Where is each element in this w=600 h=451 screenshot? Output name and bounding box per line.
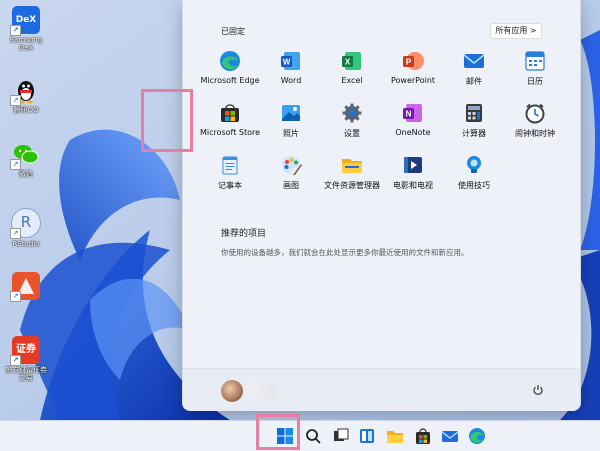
paint-icon [280,154,302,176]
app-movies-tv[interactable]: 电影和电视 [382,154,444,191]
file-explorer-taskbar-icon[interactable] [386,427,404,445]
app-tips[interactable]: 使用技巧 [443,154,505,191]
eastmoney-icon: 证券 ↗ [10,336,40,366]
power-icon[interactable] [532,384,544,396]
mail-taskbar-icon[interactable] [441,427,459,445]
onenote-icon: N [402,102,424,124]
dex-icon: DeX ↗ [10,6,40,36]
desktop-icon-eastmoney[interactable]: 证券 ↗ 东方财富证券交易 [4,336,48,382]
qq-penguin-icon: ↗ [10,76,40,106]
widgets-icon[interactable] [358,427,376,445]
app-alarms-clock[interactable]: 闹钟和时钟 [504,102,566,139]
clock-icon [524,102,546,124]
powerpoint-icon: P [402,50,424,72]
app-photos[interactable]: 照片 [260,102,322,139]
desktop-icon-samsung-dex[interactable]: DeX ↗ Samsung DeX [4,6,48,52]
start-button-highlight-box [256,414,300,450]
taskbar [0,420,600,451]
photos-icon [280,102,302,124]
app-mail[interactable]: 邮件 [443,50,505,87]
svg-text:W: W [283,58,291,67]
word-icon: W [280,50,302,72]
mail-icon [463,50,485,72]
calculator-icon [463,102,485,124]
shortcut-arrow-icon: ↗ [10,355,21,366]
movies-icon [402,154,424,176]
shortcut-arrow-icon: ↗ [10,291,21,302]
start-menu: 已固定 所有应用 > Microsoft Edge W Word X Excel… [182,0,581,411]
svg-text:P: P [406,58,412,67]
file-explorer-icon [341,154,363,176]
app-microsoft-store[interactable]: Microsoft Store [199,102,261,137]
excel-icon: X [341,50,363,72]
all-apps-button[interactable]: 所有应用 > [490,23,542,39]
app-file-explorer[interactable]: 文件资源管理器 [321,154,383,191]
edge-taskbar-icon[interactable] [468,427,486,445]
app-onenote[interactable]: N OneNote [382,102,444,137]
shortcut-arrow-icon: ↗ [10,228,21,239]
pinned-section-title: 已固定 [221,27,245,36]
app-settings[interactable]: 设置 [321,102,383,139]
edge-icon [219,50,241,72]
app-word[interactable]: W Word [260,50,322,85]
store-icon [219,102,241,124]
app-microsoft-edge[interactable]: Microsoft Edge [199,50,261,85]
shortcut-arrow-icon: ↗ [10,25,21,36]
start-menu-footer [183,368,580,411]
shortcut-arrow-icon: ↗ [10,95,21,106]
app-paint[interactable]: 画图 [260,154,322,191]
task-view-icon[interactable] [332,427,350,445]
app-powerpoint[interactable]: P PowerPoint [382,50,444,85]
wechat-icon: ↗ [10,140,40,170]
notepad-icon [219,154,241,176]
app-excel[interactable]: X Excel [321,50,383,85]
app-calendar[interactable]: 日历 [504,50,566,87]
rstudio-icon: R ↗ [10,208,41,239]
desktop-icon-app[interactable]: ↗ [4,272,48,302]
store-taskbar-icon[interactable] [414,427,432,445]
search-icon[interactable] [304,427,322,445]
desktop-icon-wechat[interactable]: ↗ 微信 [4,140,48,178]
blurred-username [247,382,277,400]
recommended-section-title: 推荐的项目 [221,229,267,239]
settings-icon [341,102,363,124]
shortcut-arrow-icon: ↗ [10,159,21,170]
recommended-description: 你使用的设备越多，我们就会在此处显示更多你最近使用的文件和新应用。 [221,248,469,257]
app-calculator[interactable]: 计算器 [443,102,505,139]
user-avatar[interactable] [221,380,243,402]
desktop-icon-qq[interactable]: ↗ 腾讯QQ [4,76,48,114]
app-notepad[interactable]: 记事本 [199,154,261,191]
svg-text:N: N [406,110,412,119]
orange-app-icon: ↗ [10,272,40,302]
tips-icon [463,154,485,176]
calendar-icon [524,50,546,72]
desktop-icon-rstudio[interactable]: R ↗ RStudio [4,208,48,248]
svg-text:X: X [345,58,351,67]
settings-highlight-box [141,89,193,152]
